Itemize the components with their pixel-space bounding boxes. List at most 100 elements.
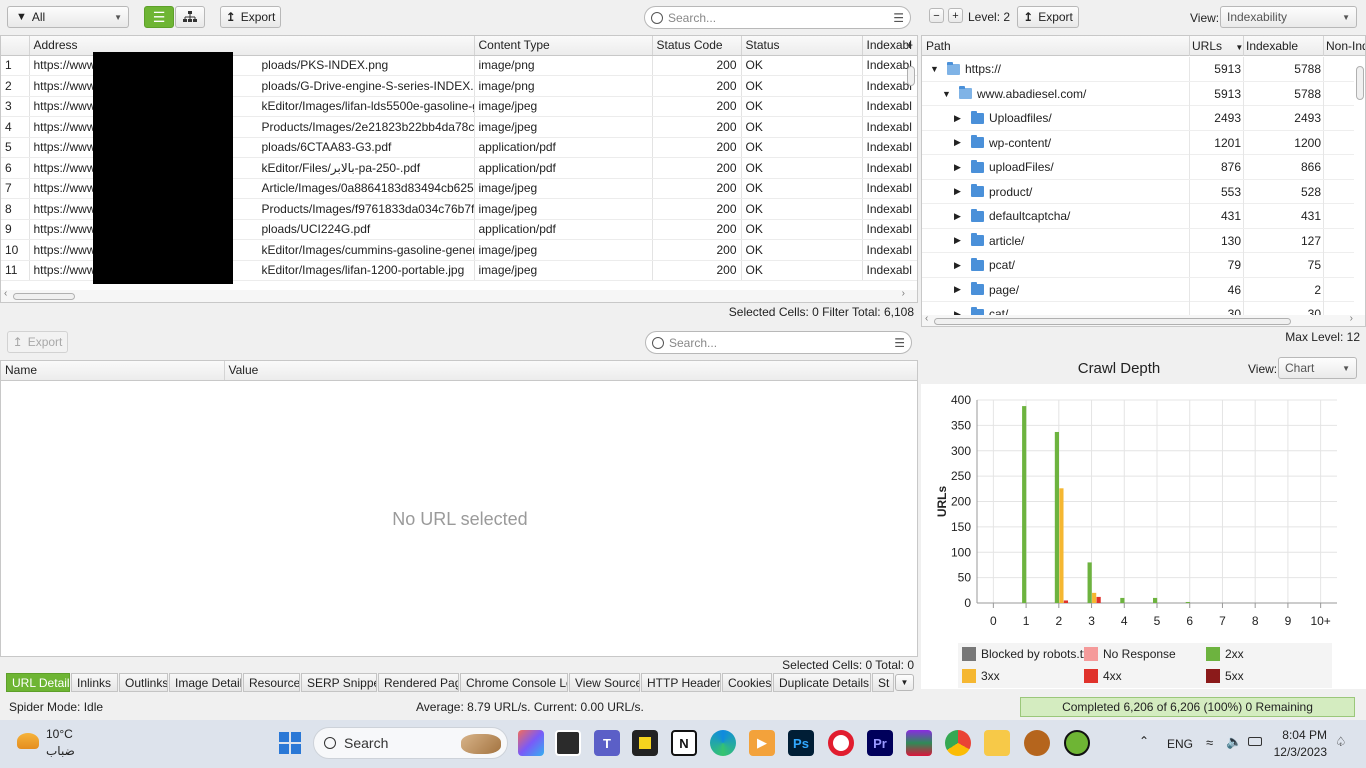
tree-view-button[interactable] bbox=[175, 6, 205, 28]
file-explorer-icon[interactable] bbox=[984, 730, 1010, 756]
expand-button[interactable]: + bbox=[948, 8, 963, 23]
clock-time[interactable]: 8:04 PM bbox=[1275, 728, 1327, 742]
tab-url-details[interactable]: URL Details bbox=[6, 673, 70, 692]
details-search[interactable]: ☰ bbox=[645, 331, 912, 354]
chrome-icon[interactable] bbox=[945, 730, 971, 756]
scroll-left-icon[interactable]: ‹ bbox=[4, 288, 7, 299]
tab-rendered-page[interactable]: Rendered Page bbox=[378, 673, 459, 692]
indexability-cell[interactable]: Indexabl bbox=[862, 260, 917, 281]
tab-outlinks[interactable]: Outlinks bbox=[119, 673, 168, 692]
col-index[interactable] bbox=[1, 36, 30, 56]
col-indexable[interactable]: Indexable bbox=[1246, 39, 1298, 53]
row-number[interactable]: 7 bbox=[1, 178, 30, 199]
taskbar-search[interactable]: Search bbox=[313, 727, 508, 759]
list-view-button[interactable]: ☰ bbox=[144, 6, 174, 28]
tree-row[interactable]: ▼ https:// 5913 5788 bbox=[922, 57, 1354, 82]
scroll-right-icon[interactable]: › bbox=[1350, 313, 1353, 324]
content-type-cell[interactable]: application/pdf bbox=[474, 137, 653, 158]
status-cell[interactable]: OK bbox=[741, 178, 863, 199]
legend-item[interactable]: Blocked by robots.txt bbox=[962, 647, 1092, 661]
legend-item[interactable]: No Response bbox=[1084, 647, 1176, 661]
search-input[interactable] bbox=[668, 10, 894, 25]
notification-bell-icon[interactable]: ♤ bbox=[1335, 734, 1347, 750]
collapsed-arrow-icon[interactable]: ▶ bbox=[954, 253, 961, 277]
sliders-icon[interactable]: ☰ bbox=[894, 336, 905, 350]
content-type-cell[interactable]: image/png bbox=[474, 75, 653, 97]
task-view-icon[interactable] bbox=[555, 730, 581, 756]
tab-http-headers[interactable]: HTTP Headers bbox=[641, 673, 721, 692]
col-urls[interactable]: URLs ▼ bbox=[1192, 39, 1243, 53]
main-search[interactable]: ☰ bbox=[644, 6, 911, 29]
indexability-cell[interactable]: Indexabl bbox=[862, 137, 917, 158]
premiere-icon[interactable]: Pr bbox=[867, 730, 893, 756]
tab-st[interactable]: St bbox=[872, 673, 894, 692]
tab-duplicate-details[interactable]: Duplicate Details bbox=[773, 673, 871, 692]
collapsed-arrow-icon[interactable]: ▶ bbox=[954, 180, 961, 204]
content-type-cell[interactable]: image/jpeg bbox=[474, 198, 653, 220]
row-number[interactable]: 11 bbox=[1, 260, 30, 281]
collapsed-arrow-icon[interactable]: ▶ bbox=[954, 155, 961, 179]
status-code-cell[interactable]: 200 bbox=[652, 239, 742, 261]
view-select[interactable]: Indexability ▼ bbox=[1220, 6, 1357, 28]
collapsed-arrow-icon[interactable]: ▶ bbox=[954, 302, 961, 316]
clock-date[interactable]: 12/3/2023 bbox=[1271, 745, 1327, 759]
wifi-icon[interactable]: ≈ bbox=[1206, 735, 1213, 750]
app-avatar-icon[interactable] bbox=[1024, 730, 1050, 756]
teams-icon[interactable]: T bbox=[594, 730, 620, 756]
legend-item[interactable]: 3xx bbox=[962, 669, 1000, 683]
col-path[interactable]: Path bbox=[926, 39, 951, 53]
col-name[interactable]: Name bbox=[1, 361, 225, 381]
sliders-icon[interactable]: ☰ bbox=[893, 11, 904, 25]
screaming-frog-icon[interactable] bbox=[1064, 730, 1090, 756]
content-type-cell[interactable]: image/jpeg bbox=[474, 239, 653, 261]
status-cell[interactable]: OK bbox=[741, 75, 863, 97]
media-player-icon[interactable]: ▶ bbox=[749, 730, 775, 756]
row-number[interactable]: 1 bbox=[1, 55, 30, 76]
collapsed-arrow-icon[interactable]: ▶ bbox=[954, 131, 961, 155]
status-code-cell[interactable]: 200 bbox=[652, 157, 742, 179]
expanded-arrow-icon[interactable]: ▼ bbox=[942, 82, 951, 106]
col-status-code[interactable]: Status Code bbox=[652, 36, 742, 56]
row-number[interactable]: 2 bbox=[1, 75, 30, 97]
indexability-cell[interactable]: Indexabl bbox=[862, 219, 917, 240]
main-table-hscroll[interactable]: ‹ › bbox=[1, 288, 917, 302]
status-cell[interactable]: OK bbox=[741, 219, 863, 240]
tree-hscroll-thumb[interactable] bbox=[934, 318, 1291, 325]
status-code-cell[interactable]: 200 bbox=[652, 96, 742, 117]
photoshop-icon[interactable]: Ps bbox=[788, 730, 814, 756]
tree-hscroll[interactable]: ‹ › bbox=[922, 313, 1365, 326]
tree-row[interactable]: ▶ article/130 127 bbox=[922, 228, 1354, 253]
filter-dropdown[interactable]: ▼ All ▼ bbox=[7, 6, 129, 28]
col-value[interactable]: Value bbox=[224, 361, 917, 381]
notion-icon[interactable]: N bbox=[671, 730, 697, 756]
status-cell[interactable]: OK bbox=[741, 55, 863, 76]
col-non-indexable[interactable]: Non-Ind bbox=[1326, 39, 1365, 53]
row-number[interactable]: 4 bbox=[1, 116, 30, 138]
collapsed-arrow-icon[interactable]: ▶ bbox=[954, 204, 961, 228]
status-code-cell[interactable]: 200 bbox=[652, 116, 742, 138]
status-cell[interactable]: OK bbox=[741, 198, 863, 220]
sticky-notes-icon[interactable] bbox=[632, 730, 658, 756]
status-cell[interactable]: OK bbox=[741, 116, 863, 138]
chart-view-select[interactable]: Chart ▼ bbox=[1278, 357, 1357, 379]
opera-icon[interactable] bbox=[828, 730, 854, 756]
status-code-cell[interactable]: 200 bbox=[652, 219, 742, 240]
tree-vscroll[interactable] bbox=[1356, 66, 1364, 100]
content-type-cell[interactable]: image/jpeg bbox=[474, 116, 653, 138]
tab-image-details[interactable]: Image Details bbox=[169, 673, 242, 692]
scroll-left-icon[interactable]: ‹ bbox=[925, 313, 928, 324]
export-button[interactable]: ↥ Export bbox=[220, 6, 281, 28]
tree-row[interactable]: ▶ uploadFiles/876 866 bbox=[922, 155, 1354, 180]
collapsed-arrow-icon[interactable]: ▶ bbox=[954, 229, 961, 253]
collapse-button[interactable]: − bbox=[929, 8, 944, 23]
tree-row[interactable]: ▶ cat/30 30 bbox=[922, 302, 1354, 315]
col-status[interactable]: Status bbox=[741, 36, 863, 56]
tree-export-button[interactable]: ↥ Export bbox=[1017, 6, 1079, 28]
winrar-icon[interactable] bbox=[906, 730, 932, 756]
status-cell[interactable]: OK bbox=[741, 137, 863, 158]
tree-row[interactable]: ▶ wp-content/1201 1200 bbox=[922, 130, 1354, 155]
content-type-cell[interactable]: image/jpeg bbox=[474, 260, 653, 281]
status-code-cell[interactable]: 200 bbox=[652, 178, 742, 199]
collapsed-arrow-icon[interactable]: ▶ bbox=[954, 106, 961, 130]
status-cell[interactable]: OK bbox=[741, 157, 863, 179]
